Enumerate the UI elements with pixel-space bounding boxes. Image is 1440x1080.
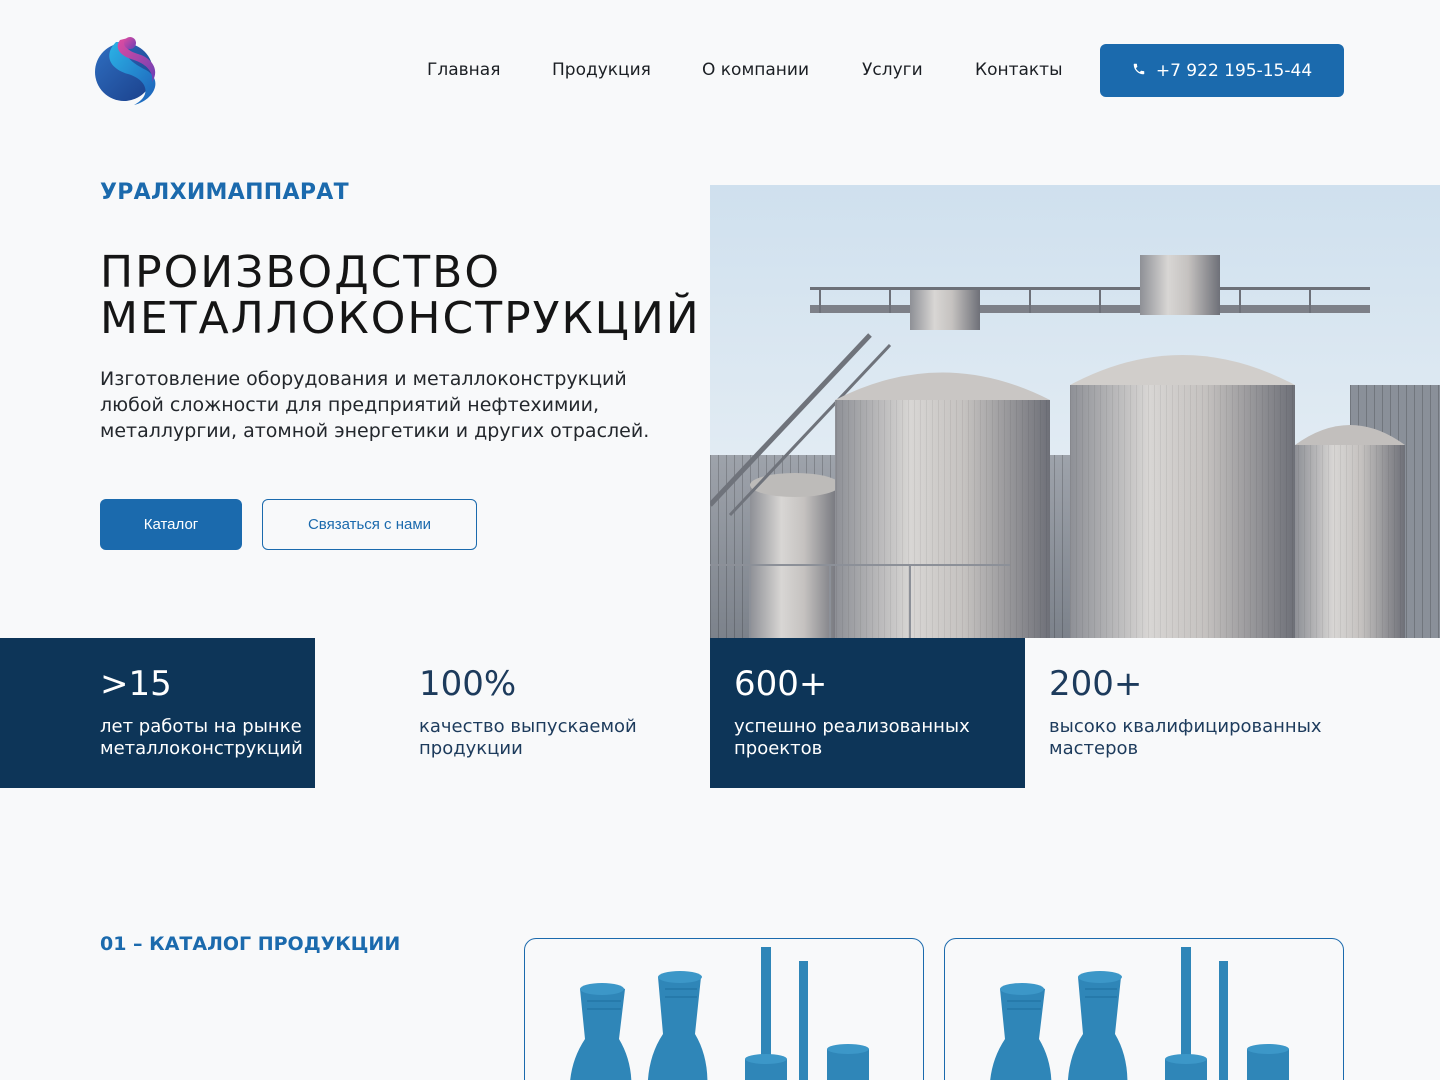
stat-label: лет работы на рынке металлоконструкций <box>100 716 303 759</box>
phone-icon <box>1132 61 1146 81</box>
phone-number: +7 922 195-15-44 <box>1155 60 1313 81</box>
stat-projects: 600+ успешно реализованных проектов <box>710 638 1025 788</box>
stat-label: качество выпускаемой продукции <box>419 716 637 759</box>
stat-label: успешно реализованных проектов <box>734 716 970 759</box>
catalog-card[interactable] <box>524 938 924 1080</box>
company-logo[interactable] <box>94 34 162 106</box>
stat-masters: 200+ высоко квалифицированных мастеров <box>1025 638 1340 788</box>
stat-value: >15 <box>100 664 172 704</box>
stat-years: >15 лет работы на рынке металлоконструкц… <box>0 638 315 788</box>
nav-item-services[interactable]: Услуги <box>862 60 923 80</box>
catalog-button[interactable]: Каталог <box>100 499 242 550</box>
nav-item-home[interactable]: Главная <box>427 60 500 80</box>
catalog-section-label: 01 – КАТАЛОГ ПРОДУКЦИИ <box>100 933 401 955</box>
hero-title-line-1: ПРОИЗВОДСТВО <box>100 247 501 298</box>
stat-value: 100% <box>419 664 517 704</box>
hero-title-line-2: МЕТАЛЛОКОНСТРУКЦИЙ <box>100 293 701 344</box>
hero-title: ПРОИЗВОДСТВО МЕТАЛЛОКОНСТРУКЦИЙ <box>100 250 860 342</box>
stat-value: 600+ <box>734 664 828 704</box>
contact-button[interactable]: Связаться с нами <box>262 499 477 550</box>
phone-button[interactable]: +7 922 195-15-44 <box>1100 44 1344 97</box>
stat-quality: 100% качество выпускаемой продукции <box>395 638 710 788</box>
plant-illustration <box>990 947 1289 1080</box>
nav-item-products[interactable]: Продукция <box>552 60 651 80</box>
stat-value: 200+ <box>1049 664 1143 704</box>
page: Главная Продукция О компании Услуги Конт… <box>0 0 1440 1080</box>
nav-item-contacts[interactable]: Контакты <box>975 60 1063 80</box>
catalog-card[interactable] <box>944 938 1344 1080</box>
stat-label: высоко квалифицированных мастеров <box>1049 716 1322 759</box>
nav-item-about[interactable]: О компании <box>702 60 809 80</box>
plant-illustration <box>570 947 869 1080</box>
brand-name: УРАЛХИМАППАРАТ <box>100 180 349 205</box>
hero-description: Изготовление оборудования и металлоконст… <box>100 368 650 442</box>
